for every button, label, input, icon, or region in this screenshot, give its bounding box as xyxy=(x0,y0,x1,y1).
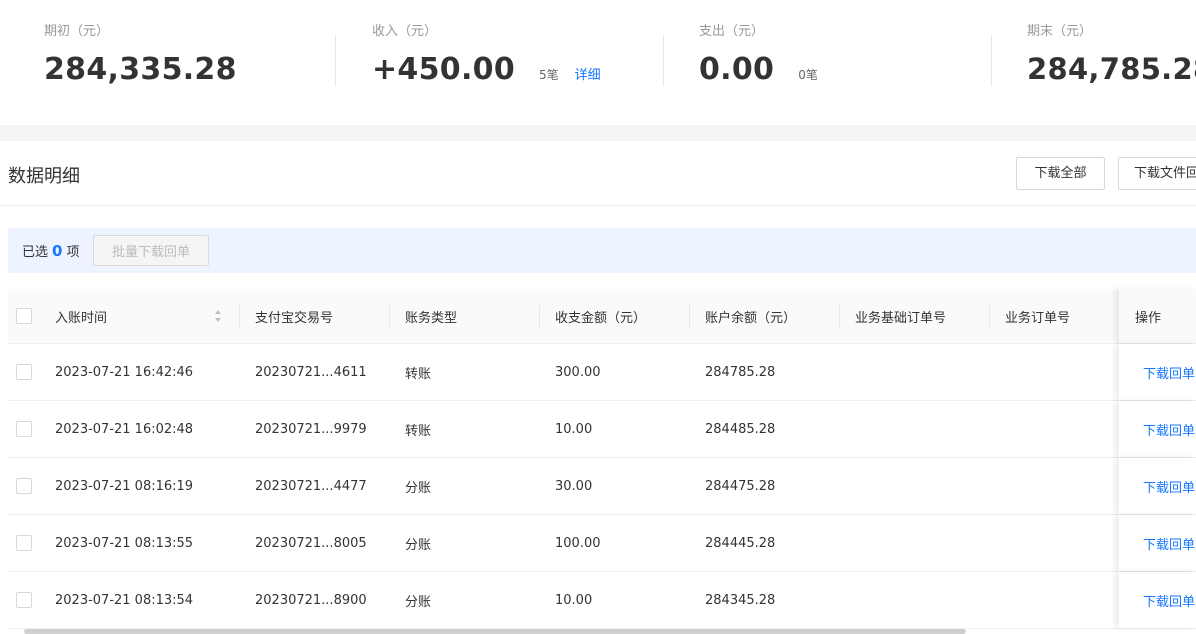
column-divider xyxy=(989,305,990,329)
cell-time: 2023-07-21 16:42:46 xyxy=(55,364,194,380)
selection-summary: 已选 0 项 xyxy=(22,241,79,260)
table-row: 2023-07-21 08:13:54 20230721...8900 分账 1… xyxy=(8,572,1196,629)
opening-balance: 期初（元） 284,335.28 xyxy=(44,22,237,87)
cell-balance: 284445.28 xyxy=(705,535,776,551)
action-cell: 下载回单 xyxy=(1119,572,1196,628)
cell-trade-no: 20230721...8005 xyxy=(255,535,367,551)
cell-trade-no: 20230721...4477 xyxy=(255,478,367,494)
header-action-column: 操作 xyxy=(1119,289,1196,343)
cell-balance: 284345.28 xyxy=(705,592,776,608)
closing-balance: 期末（元） 284,785.28 xyxy=(1027,22,1196,86)
cell-balance: 284785.28 xyxy=(705,364,776,380)
table-row: 2023-07-21 16:42:46 20230721...4611 转账 3… xyxy=(8,344,1196,401)
header-base-order: 业务基础订单号 xyxy=(855,310,947,326)
divider xyxy=(991,36,992,86)
selection-suffix: 项 xyxy=(66,245,80,260)
header-balance: 账户余额（元） xyxy=(705,310,797,326)
cell-time: 2023-07-21 08:16:19 xyxy=(55,478,194,494)
download-receipt-link[interactable]: 下载回单 xyxy=(1143,458,1195,514)
action-cell: 下载回单 xyxy=(1119,515,1196,571)
header-time[interactable]: 入账时间 xyxy=(55,289,107,343)
income-count: 5笔 xyxy=(539,68,559,82)
cell-time: 2023-07-21 16:02:48 xyxy=(55,421,194,437)
download-file-receipt-button[interactable]: 下载文件回单 xyxy=(1118,157,1196,190)
batch-download-button[interactable]: 批量下载回单 xyxy=(93,235,209,266)
closing-label: 期末（元） xyxy=(1027,24,1093,39)
income-value: +450.00 xyxy=(372,52,516,87)
divider xyxy=(335,36,336,86)
action-cell: 下载回单 xyxy=(1119,344,1196,400)
row-checkbox[interactable] xyxy=(16,421,32,437)
table-row: 2023-07-21 16:02:48 20230721...9979 转账 1… xyxy=(8,401,1196,458)
column-divider xyxy=(839,305,840,329)
selection-bar: 已选 0 项 批量下载回单 xyxy=(8,228,1196,273)
header-order: 业务订单号 xyxy=(1005,310,1071,326)
section-title: 数据明细 xyxy=(8,166,80,187)
header-type: 账务类型 xyxy=(405,310,458,326)
cell-balance: 284485.28 xyxy=(705,421,776,437)
selection-count: 0 xyxy=(52,242,63,260)
table-row: 2023-07-21 08:13:55 20230721...8005 分账 1… xyxy=(8,515,1196,572)
section-gap xyxy=(0,125,1196,141)
download-receipt-link[interactable]: 下载回单 xyxy=(1143,572,1195,628)
header-amount: 收支金额（元） xyxy=(555,310,647,326)
column-divider xyxy=(539,305,540,329)
select-all-checkbox[interactable] xyxy=(16,308,32,324)
column-divider xyxy=(689,305,690,329)
cell-amount: 10.00 xyxy=(555,421,593,437)
divider xyxy=(663,36,664,86)
expense-value: 0.00 xyxy=(699,52,775,87)
cell-type: 分账 xyxy=(405,594,432,610)
cell-amount: 100.00 xyxy=(555,535,601,551)
row-checkbox[interactable] xyxy=(16,478,32,494)
action-cell: 下载回单 xyxy=(1119,401,1196,457)
download-receipt-link[interactable]: 下载回单 xyxy=(1143,401,1195,457)
column-divider xyxy=(239,305,240,329)
cell-trade-no: 20230721...9979 xyxy=(255,421,367,437)
cell-balance: 284475.28 xyxy=(705,478,776,494)
horizontal-scrollbar[interactable] xyxy=(24,629,966,634)
action-cell: 下载回单 xyxy=(1119,458,1196,514)
expense-label: 支出（元） xyxy=(699,24,765,39)
income-label: 收入（元） xyxy=(372,24,438,39)
opening-value: 284,335.28 xyxy=(44,52,237,87)
selection-prefix: 已选 xyxy=(22,245,49,260)
row-checkbox[interactable] xyxy=(16,364,32,380)
income-detail-link[interactable]: 详细 xyxy=(575,64,601,83)
row-checkbox[interactable] xyxy=(16,592,32,608)
cell-type: 分账 xyxy=(405,480,432,496)
opening-label: 期初（元） xyxy=(44,24,110,39)
cell-type: 分账 xyxy=(405,537,432,553)
header-action: 操作 xyxy=(1135,310,1162,326)
summary-panel: 期初（元） 284,335.28 收入（元） +450.00 5笔 详细 支出（… xyxy=(0,0,1196,125)
cell-trade-no: 20230721...4611 xyxy=(255,364,367,380)
cell-time: 2023-07-21 08:13:54 xyxy=(55,592,194,608)
cell-type: 转账 xyxy=(405,423,432,439)
download-receipt-link[interactable]: 下载回单 xyxy=(1143,344,1195,400)
table-header: 入账时间 支付宝交易号 账务类型 收支金额（元） 账户余额（元） 业务基础订单号… xyxy=(8,289,1196,344)
transactions-table: 入账时间 支付宝交易号 账务类型 收支金额（元） 账户余额（元） 业务基础订单号… xyxy=(8,289,1196,629)
cell-amount: 30.00 xyxy=(555,478,593,494)
sort-icon[interactable] xyxy=(214,309,222,323)
cell-amount: 10.00 xyxy=(555,592,593,608)
cell-amount: 300.00 xyxy=(555,364,601,380)
header-trade-no: 支付宝交易号 xyxy=(255,310,334,326)
expense-count: 0笔 xyxy=(798,68,818,82)
select-all-cell xyxy=(16,289,32,343)
cell-type: 转账 xyxy=(405,366,432,382)
expense-stat: 支出（元） 0.00 0笔 xyxy=(699,22,818,87)
closing-value: 284,785.28 xyxy=(1027,52,1196,86)
download-all-button[interactable]: 下载全部 xyxy=(1016,157,1105,190)
download-receipt-link[interactable]: 下载回单 xyxy=(1143,515,1195,571)
row-checkbox[interactable] xyxy=(16,535,32,551)
table-row: 2023-07-21 08:16:19 20230721...4477 分账 3… xyxy=(8,458,1196,515)
cell-trade-no: 20230721...8900 xyxy=(255,592,367,608)
detail-header: 数据明细 下载全部 下载文件回单 xyxy=(0,141,1196,206)
column-divider xyxy=(389,305,390,329)
income-stat: 收入（元） +450.00 5笔 详细 xyxy=(372,22,601,87)
cell-time: 2023-07-21 08:13:55 xyxy=(55,535,194,551)
